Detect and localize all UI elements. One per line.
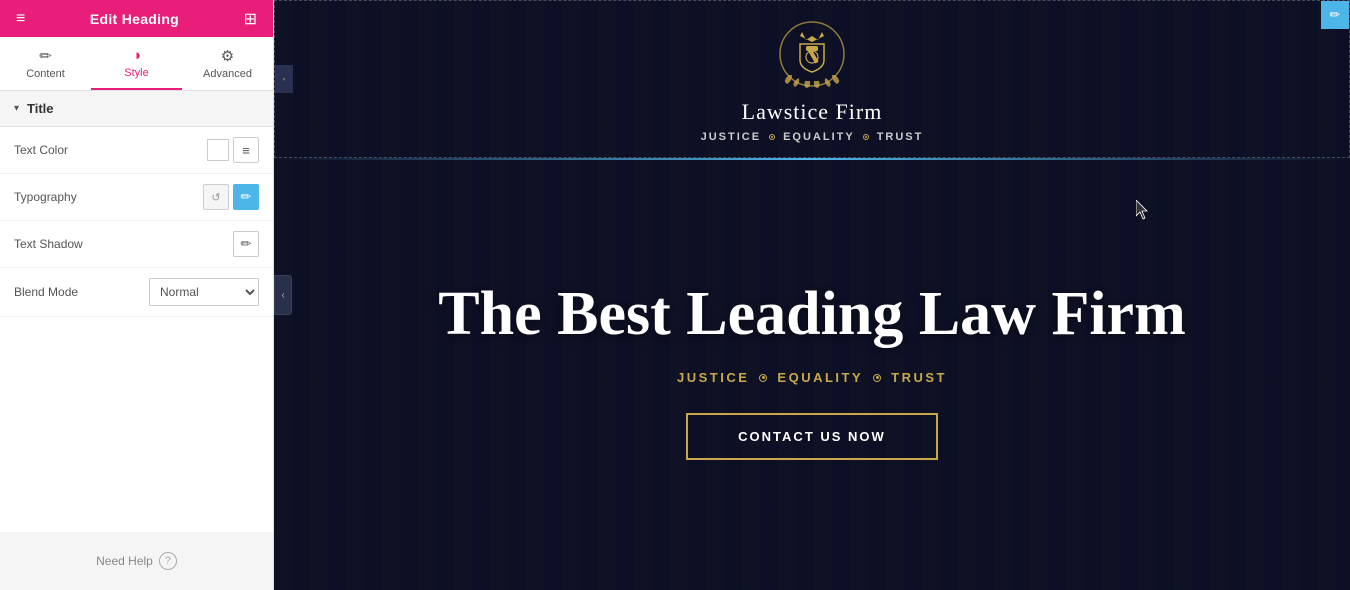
content-tab-label: Content bbox=[26, 68, 65, 80]
edit-corner-icon: ✏ bbox=[1330, 7, 1341, 23]
right-content: ‹ ▪ bbox=[274, 0, 1350, 590]
dot-2 bbox=[863, 134, 869, 140]
text-color-list-btn[interactable]: ≡ bbox=[233, 137, 259, 163]
typography-reset-btn[interactable]: ↺ bbox=[203, 184, 229, 210]
content-tab-icon: ✏ bbox=[39, 47, 52, 65]
blend-mode-label: Blend Mode bbox=[14, 285, 78, 299]
hero-heading: The Best Leading Law Firm bbox=[438, 280, 1185, 348]
typography-row: Typography ↺ ✏ bbox=[0, 174, 273, 221]
contact-cta-btn[interactable]: CONTACT US NOW bbox=[686, 413, 938, 460]
justice-text-1: JUSTICE bbox=[701, 131, 761, 143]
hero-dot-1 bbox=[759, 374, 767, 382]
dot-1 bbox=[769, 134, 775, 140]
hero-justice-text: JUSTICE bbox=[677, 370, 749, 385]
law-logo bbox=[777, 19, 847, 89]
style-tab-label: Style bbox=[124, 67, 148, 79]
text-color-actions: ≡ bbox=[207, 137, 259, 163]
style-tab-icon: ◑ bbox=[132, 47, 141, 64]
panel-title: Edit Heading bbox=[90, 11, 179, 27]
hero-dot-2 bbox=[873, 374, 881, 382]
text-color-row: Text Color ≡ bbox=[0, 127, 273, 174]
collapse-sidebar-btn[interactable]: ‹ bbox=[274, 275, 292, 315]
text-color-label: Text Color bbox=[14, 143, 68, 157]
hero-section: The Best Leading Law Firm JUSTICE EQUALI… bbox=[274, 160, 1350, 590]
advanced-tab-icon: ⚙ bbox=[221, 47, 234, 65]
blend-mode-select[interactable]: Normal Multiply Screen Overlay Darken Li… bbox=[149, 278, 259, 306]
hamburger-icon[interactable]: ≡ bbox=[16, 10, 25, 28]
text-color-swatch[interactable] bbox=[207, 139, 229, 161]
firm-name: Lawstice Firm bbox=[742, 99, 883, 125]
tab-content[interactable]: ✏ Content bbox=[0, 37, 91, 90]
typography-label: Typography bbox=[14, 190, 77, 204]
content-wrapper: ▪ bbox=[274, 0, 1350, 590]
equality-text-1: EQUALITY bbox=[783, 131, 855, 143]
left-panel: ≡ Edit Heading ⊞ ✏ Content ◑ Style ⚙ Adv… bbox=[0, 0, 274, 590]
help-label: Need Help bbox=[96, 554, 153, 568]
panel-header: ≡ Edit Heading ⊞ bbox=[0, 0, 273, 37]
text-shadow-actions: ✏ bbox=[233, 231, 259, 257]
typography-actions: ↺ ✏ bbox=[203, 184, 259, 210]
tab-advanced[interactable]: ⚙ Advanced bbox=[182, 37, 273, 90]
top-justice-bar: JUSTICE EQUALITY TRUST bbox=[701, 131, 924, 143]
tabs-bar: ✏ Content ◑ Style ⚙ Advanced bbox=[0, 37, 273, 91]
edit-corner-btn[interactable]: ✏ bbox=[1321, 1, 1349, 29]
section-label: Title bbox=[27, 101, 54, 116]
grid-icon[interactable]: ⊞ bbox=[244, 9, 257, 29]
tab-style[interactable]: ◑ Style bbox=[91, 37, 182, 90]
blend-mode-actions: Normal Multiply Screen Overlay Darken Li… bbox=[149, 278, 259, 306]
typography-edit-btn[interactable]: ✏ bbox=[233, 184, 259, 210]
top-header-section: ▪ bbox=[274, 0, 1350, 158]
section-collapse-arrow: ▾ bbox=[14, 103, 19, 114]
question-mark: ? bbox=[165, 555, 171, 567]
section-title-bar[interactable]: ▾ Title bbox=[0, 91, 273, 127]
help-section: Need Help ? bbox=[0, 532, 273, 590]
hero-equality-text: EQUALITY bbox=[777, 370, 863, 385]
text-shadow-edit-btn[interactable]: ✏ bbox=[233, 231, 259, 257]
advanced-tab-label: Advanced bbox=[203, 68, 252, 80]
section-drag-handle[interactable]: ▪ bbox=[275, 65, 293, 93]
text-shadow-row: Text Shadow ✏ bbox=[0, 221, 273, 268]
drag-icon: ▪ bbox=[282, 74, 285, 84]
hero-trust-text: TRUST bbox=[891, 370, 947, 385]
trust-text-1: TRUST bbox=[877, 131, 924, 143]
help-icon[interactable]: ? bbox=[159, 552, 177, 570]
controls-area: Text Color ≡ Typography ↺ ✏ Text Shadow … bbox=[0, 127, 273, 532]
hero-justice-bar: JUSTICE EQUALITY TRUST bbox=[677, 370, 947, 385]
text-shadow-label: Text Shadow bbox=[14, 237, 83, 251]
blend-mode-row: Blend Mode Normal Multiply Screen Overla… bbox=[0, 268, 273, 317]
